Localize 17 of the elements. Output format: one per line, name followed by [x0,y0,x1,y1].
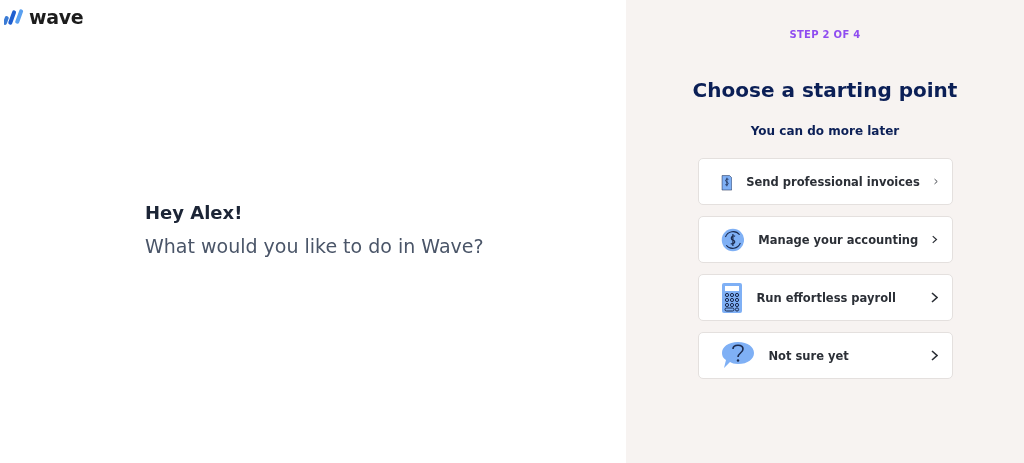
subheading: You can do more later [750,124,900,138]
logo-text: wave [29,6,84,28]
option-card[interactable]: Run effortless payroll [697,274,953,321]
chevron-right-icon [930,292,938,303]
chevron-right-icon [933,176,938,187]
step-indicator: STEP 2 OF 4 [789,29,861,40]
page-heading: Choose a starting point [692,78,958,102]
chevron-right-icon [932,234,938,245]
logo-icon [4,8,24,26]
question-bubble-icon [720,340,755,371]
option-card[interactable]: Send professional invoices [697,158,953,205]
greeting-question: What would you like to do in Wave? [145,235,485,257]
chevron-right-icon [930,350,938,361]
calculator-icon [720,281,743,314]
greeting-title: Hey Alex! [145,202,244,223]
option-card[interactable]: Manage your accounting [697,216,953,263]
option-card[interactable]: Not sure yet [697,332,953,379]
